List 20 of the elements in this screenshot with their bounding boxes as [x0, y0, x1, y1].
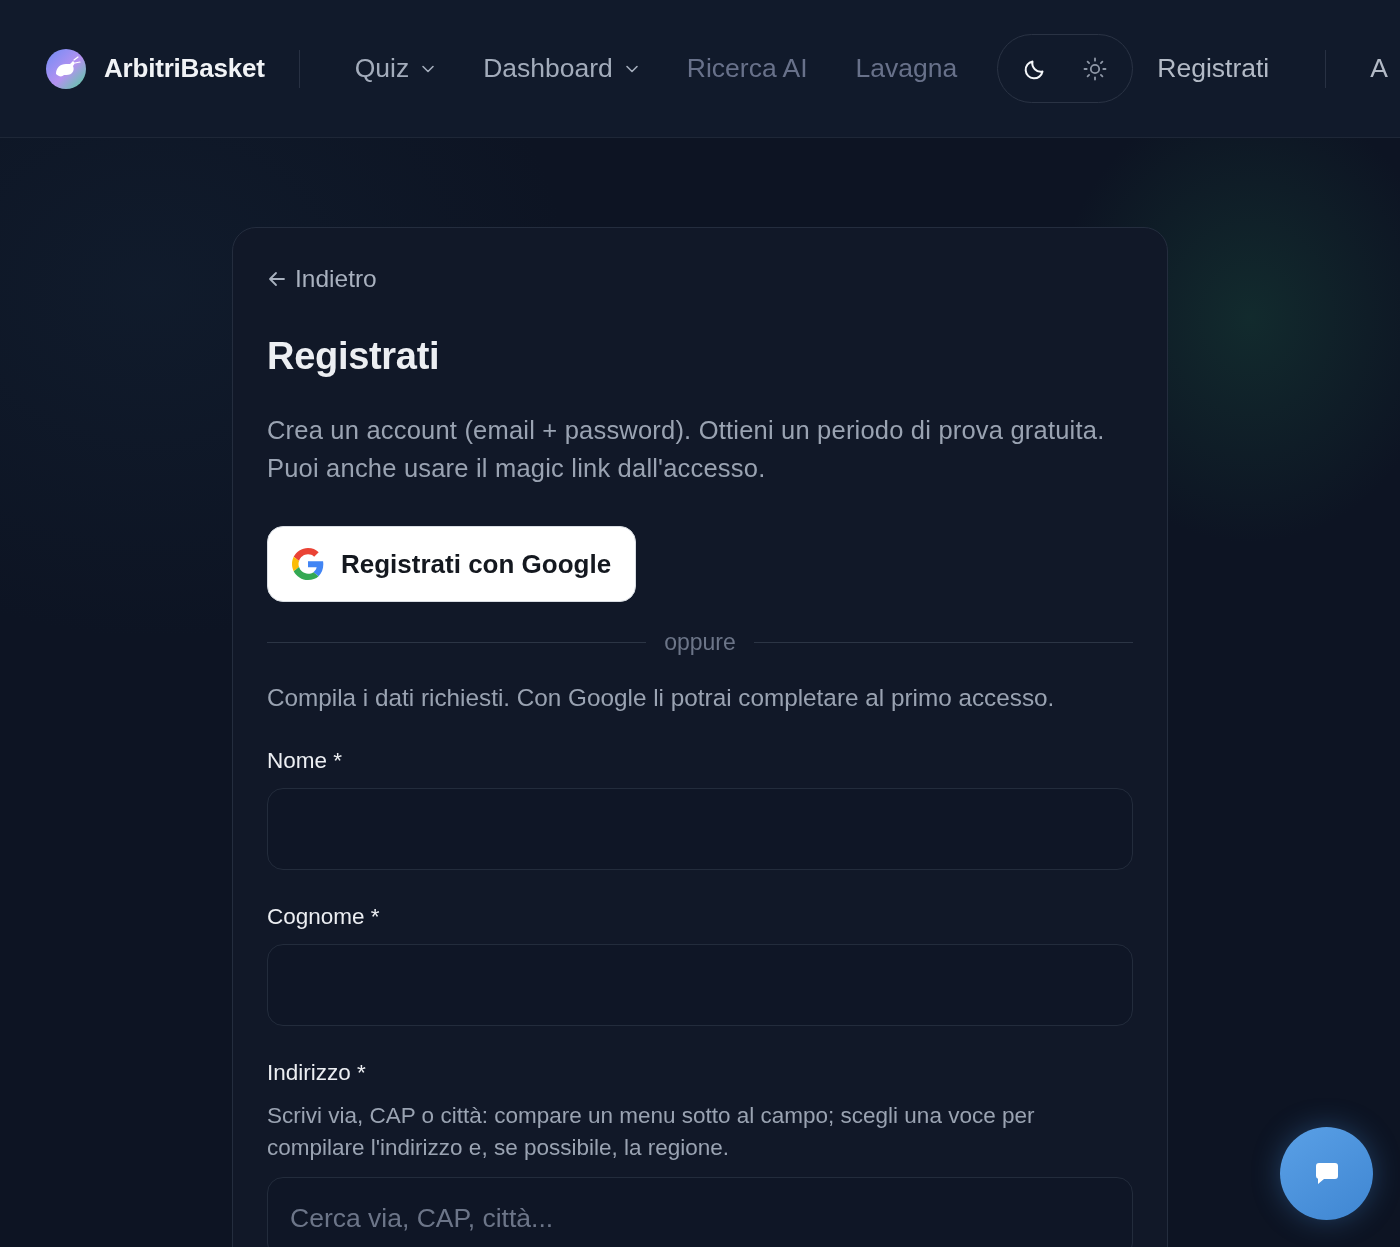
- back-link[interactable]: Indietro: [267, 264, 377, 294]
- form-note: Compila i dati richiesti. Con Google li potrai completare al primo accesso.: [267, 683, 1056, 713]
- arrow-left-icon: [267, 269, 287, 289]
- field-help-text: Scrivi via, CAP o città: compare un menu sotto al campo; scegli una voce per compilare l'indirizzo e, se possibile, la regione.: [267, 1102, 1036, 1162]
- divider-label: oppure: [664, 630, 736, 654]
- sun-icon: [1082, 55, 1109, 82]
- field-label: Indirizzo *: [267, 1059, 367, 1087]
- field-label: Cognome *: [267, 903, 381, 931]
- search-field[interactable]: Cerca via, CAP, città...: [267, 1177, 1133, 1247]
- register-link[interactable]: Registrati: [1157, 48, 1270, 89]
- google-g-icon: [292, 548, 324, 580]
- google-signup-button[interactable]: Registrati con Google: [267, 526, 637, 602]
- field-label: Nome *: [267, 747, 344, 775]
- intro-text: Crea un account (email + password). Ottieni un periodo di prova gratuita. Puoi anche usare il magic link dall'accesso.: [267, 415, 1106, 484]
- logo-icon: [46, 48, 86, 89]
- brand-name: ArbitriBasket: [104, 52, 265, 85]
- page-title: Registrati: [267, 334, 441, 379]
- nav-link[interactable]: Dashboard: [483, 48, 639, 89]
- nav-link[interactable]: Quiz: [354, 48, 436, 89]
- nav-link[interactable]: A: [1370, 48, 1388, 89]
